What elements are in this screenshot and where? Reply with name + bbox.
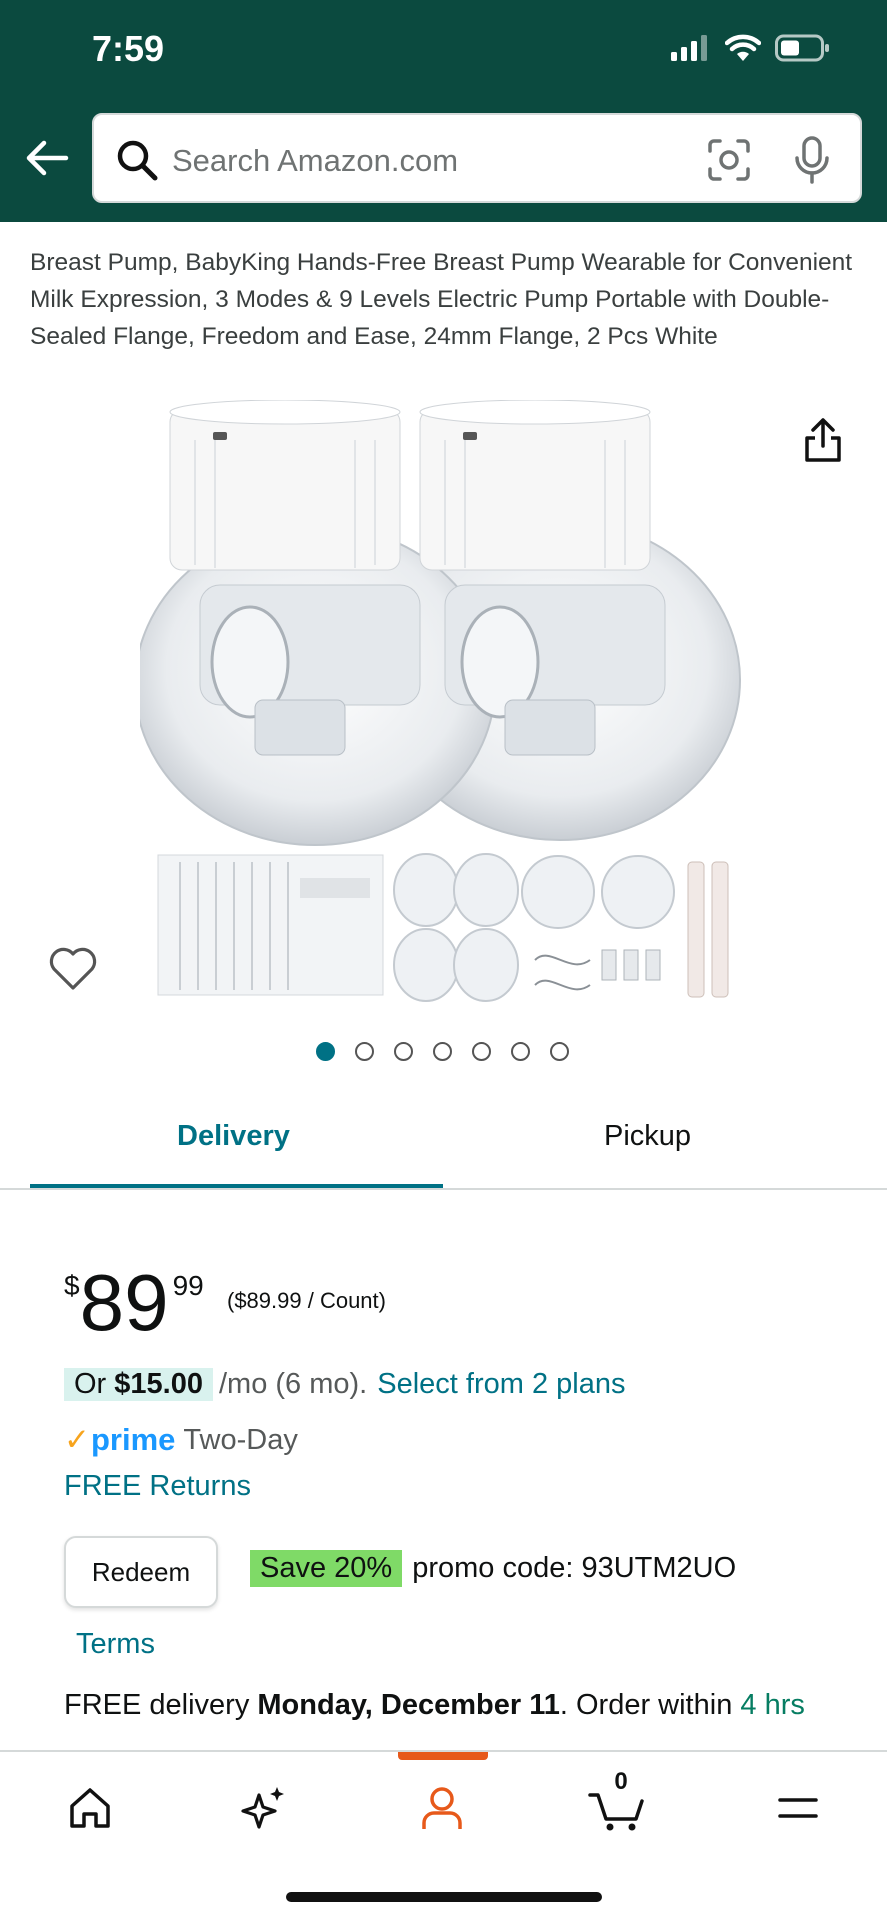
free-returns-link[interactable]: FREE Returns (64, 1470, 251, 1503)
app-header: 7:59 Search Amazon.com (0, 0, 887, 222)
order-within-text: . Order within (559, 1689, 733, 1721)
back-arrow-icon[interactable] (24, 138, 70, 178)
redeem-button[interactable]: Redeem (64, 1536, 218, 1608)
search-input[interactable]: Search Amazon.com (92, 113, 862, 203)
installment-row: Or $15.00 /mo (6 mo). Select from 2 plan… (64, 1368, 625, 1401)
camera-scan-icon[interactable] (706, 137, 752, 183)
select-plans-link[interactable]: Select from 2 plans (377, 1368, 625, 1401)
terms-link[interactable]: Terms (76, 1628, 155, 1661)
pagination-dot[interactable] (511, 1042, 530, 1061)
active-nav-indicator (398, 1752, 488, 1760)
product-image[interactable] (140, 400, 750, 1010)
image-pagination[interactable] (316, 1042, 569, 1061)
delivery-prefix: FREE delivery (64, 1689, 250, 1721)
price: $ 89 99 (64, 1262, 204, 1344)
price-whole: 89 (79, 1258, 169, 1347)
save-badge: Save 20% (250, 1550, 403, 1587)
pagination-dot[interactable] (316, 1042, 335, 1061)
pagination-dot[interactable] (472, 1042, 491, 1061)
delivery-info: FREE delivery Monday, December 11. Order… (64, 1684, 844, 1726)
prime-shipping-speed: Two-Day (183, 1423, 298, 1456)
product-title[interactable]: Breast Pump, BabyKing Hands-Free Breast … (30, 244, 860, 355)
nav-menu[interactable] (766, 1776, 830, 1840)
active-tab-underline (30, 1184, 443, 1188)
installment-amount: $15.00 (114, 1368, 203, 1400)
installment-prefix: Or (74, 1368, 107, 1400)
nav-cart[interactable]: 0 (586, 1768, 650, 1840)
nav-account[interactable] (410, 1776, 474, 1840)
share-icon[interactable] (800, 416, 846, 464)
menu-icon (778, 1798, 818, 1818)
prime-check-icon: ✓ (64, 1422, 90, 1457)
tab-pickup[interactable]: Pickup (604, 1120, 691, 1153)
promo-row: Save 20% promo code: 93UTM2UO (250, 1550, 736, 1587)
cart-count: 0 (614, 1768, 628, 1795)
price-fraction: 99 (172, 1270, 204, 1301)
home-indicator (286, 1892, 602, 1902)
status-time: 7:59 (92, 28, 165, 69)
pagination-dot[interactable] (355, 1042, 374, 1061)
microphone-icon[interactable] (792, 135, 832, 185)
status-icons (671, 34, 831, 62)
pagination-dot[interactable] (550, 1042, 569, 1061)
prime-logo: ✓ prime (64, 1422, 175, 1458)
fulfillment-tabs: Delivery Pickup (0, 1110, 887, 1190)
price-symbol: $ (64, 1270, 80, 1301)
tab-delivery[interactable]: Delivery (177, 1120, 290, 1153)
battery-icon (775, 34, 829, 62)
wifi-icon (725, 34, 761, 61)
sparkle-icon (241, 1787, 284, 1829)
signal-icon (671, 35, 707, 61)
delivery-countdown: 4 hrs (740, 1689, 805, 1721)
prime-logo-text: prime (90, 1422, 176, 1457)
wishlist-heart-icon[interactable] (48, 946, 98, 992)
nav-home[interactable] (58, 1776, 122, 1840)
home-icon (70, 1788, 110, 1828)
installment-term: /mo (6 mo). (218, 1368, 368, 1400)
pagination-dot[interactable] (394, 1042, 413, 1061)
accessory-bags (157, 854, 384, 996)
delivery-date: Monday, December 11 (257, 1689, 560, 1721)
promo-code-text: promo code: 93UTM2UO (412, 1552, 737, 1584)
prime-shipping: ✓ prime Two-Day (64, 1422, 298, 1458)
search-icon (117, 140, 158, 181)
search-placeholder: Search Amazon.com (172, 143, 459, 178)
installment-amount-pill: Or $15.00 (64, 1368, 213, 1401)
pagination-dot[interactable] (433, 1042, 452, 1061)
account-icon (422, 1787, 462, 1829)
nav-ai[interactable] (232, 1776, 296, 1840)
unit-price: ($89.99 / Count) (227, 1288, 386, 1313)
